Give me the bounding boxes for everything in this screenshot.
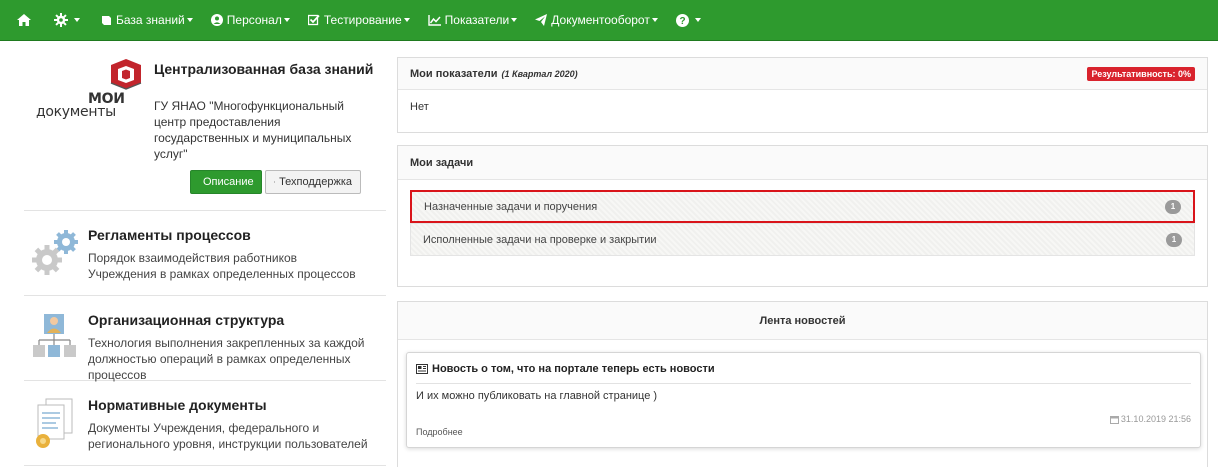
gear-icon <box>54 13 68 27</box>
news-item-date-text: 31.10.2019 21:56 <box>1120 414 1191 424</box>
nav-knowledge-base-label: База знаний <box>116 13 185 27</box>
nav-document-flow-label: Документооборот <box>551 13 650 27</box>
svg-text:?: ? <box>679 16 685 27</box>
section-org-structure[interactable]: Организационная структура Технология вып… <box>24 296 386 382</box>
chevron-down-icon <box>651 18 658 22</box>
panel-header: Мои показатели (1 Квартал 2020) Результа… <box>398 58 1207 90</box>
settings-menu[interactable] <box>45 0 92 41</box>
org-chart-icon <box>33 314 76 357</box>
paper-plane-icon <box>535 14 548 26</box>
logo-line2: документы <box>36 104 116 120</box>
news-item: Новость о том, что на портале теперь ест… <box>406 352 1201 448</box>
section-title: Нормативные документы <box>88 397 267 413</box>
description-button[interactable]: Описание <box>190 170 262 194</box>
section-description: Порядок взаимодействия работников Учрежд… <box>88 251 356 281</box>
metrics-body: Нет <box>410 101 429 113</box>
section-process-regulations[interactable]: Регламенты процессов Порядок взаимодейст… <box>24 211 386 296</box>
top-navbar: База знаний Персонал Тестирование Показа… <box>0 0 1218 41</box>
chevron-down-icon <box>403 18 410 22</box>
newspaper-icon <box>416 364 428 374</box>
news-item-text: И их можно публиковать на главной страни… <box>416 390 658 402</box>
news-item-title-text: Новость о том, что на портале теперь ест… <box>432 363 715 375</box>
brand-buttons: Описание Техподдержка <box>190 170 361 194</box>
nav-testing-label: Тестирование <box>323 13 402 27</box>
task-count-badge: 1 <box>1166 232 1182 247</box>
section-title: Регламенты процессов <box>88 227 251 243</box>
my-metrics-panel: Мои показатели (1 Квартал 2020) Результа… <box>397 57 1208 133</box>
nav-personnel-label: Персонал <box>226 13 282 27</box>
organization-name: ГУ ЯНАО "Многофункциональный центр предо… <box>154 99 352 161</box>
panel-header: Мои задачи <box>398 146 1207 180</box>
section-regulatory-documents[interactable]: Нормативные документы Документы Учрежден… <box>24 381 386 466</box>
question-circle-icon: ? <box>675 13 689 27</box>
left-column: МОИ документы Централизованная база знан… <box>24 41 386 466</box>
performance-badge: Результативность: 0% <box>1087 66 1195 81</box>
period-label: (1 Квартал 2020) <box>501 68 578 79</box>
divider <box>416 383 1191 384</box>
documents-icon <box>36 398 73 448</box>
my-tasks-panel: Мои задачи Назначенные задачи и поручени… <box>397 145 1208 287</box>
task-count-badge: 1 <box>1165 199 1181 214</box>
gears-icon <box>32 230 78 275</box>
nav-metrics-label: Показатели <box>444 13 510 27</box>
task-assigned[interactable]: Назначенные задачи и поручения 1 <box>410 190 1195 223</box>
brand-card: МОИ документы Централизованная база знан… <box>24 41 386 211</box>
help-menu[interactable]: ? <box>667 0 710 41</box>
section-description: Документы Учреждения, федерального и рег… <box>88 421 368 451</box>
chevron-down-icon <box>694 18 701 22</box>
news-item-title[interactable]: Новость о том, что на портале теперь ест… <box>416 363 715 375</box>
nav-testing[interactable]: Тестирование <box>299 0 419 41</box>
life-ring-icon <box>274 181 276 183</box>
task-label: Исполненные задачи на проверке и закрыти… <box>423 233 657 246</box>
section-description: Технология выполнения закрепленных за ка… <box>88 336 365 382</box>
chevron-down-icon <box>511 18 518 22</box>
nav-knowledge-base[interactable]: База знаний <box>92 0 202 41</box>
line-chart-icon <box>427 14 441 26</box>
calendar-icon <box>1109 415 1119 424</box>
read-more-link[interactable]: Подробнее <box>416 427 463 437</box>
support-button[interactable]: Техподдержка <box>265 170 361 194</box>
home-icon <box>17 14 31 26</box>
book-icon <box>102 15 111 25</box>
panel-title: Мои показатели <box>410 67 498 80</box>
news-item-date: 31.10.2019 21:56 <box>1109 414 1191 424</box>
nav-personnel[interactable]: Персонал <box>202 0 299 41</box>
section-title: Организационная структура <box>88 312 285 328</box>
news-feed-panel: Лента новостей Новость о том, что на пор… <box>397 301 1208 467</box>
tasks-list: Назначенные задачи и поручения 1 Исполне… <box>398 180 1207 266</box>
news-feed-title: Лента новостей <box>398 302 1207 340</box>
logo-wordmark: МОИ документы <box>36 92 125 120</box>
portal-title: Централизованная база знаний <box>154 61 374 77</box>
user-circle-icon <box>210 14 223 26</box>
chevron-down-icon <box>74 18 80 22</box>
nav-metrics[interactable]: Показатели <box>419 0 527 41</box>
support-button-label: Техподдержка <box>279 176 352 188</box>
nav-document-flow[interactable]: Документооборот <box>526 0 667 41</box>
home-button[interactable] <box>8 0 45 41</box>
checkbox-icon <box>307 14 320 26</box>
chevron-down-icon <box>186 18 193 22</box>
chevron-down-icon <box>283 18 290 22</box>
panel-title: Мои задачи <box>410 156 474 169</box>
task-completed-review[interactable]: Исполненные задачи на проверке и закрыти… <box>410 223 1195 256</box>
description-button-label: Описание <box>203 176 254 188</box>
task-label: Назначенные задачи и поручения <box>424 200 598 213</box>
